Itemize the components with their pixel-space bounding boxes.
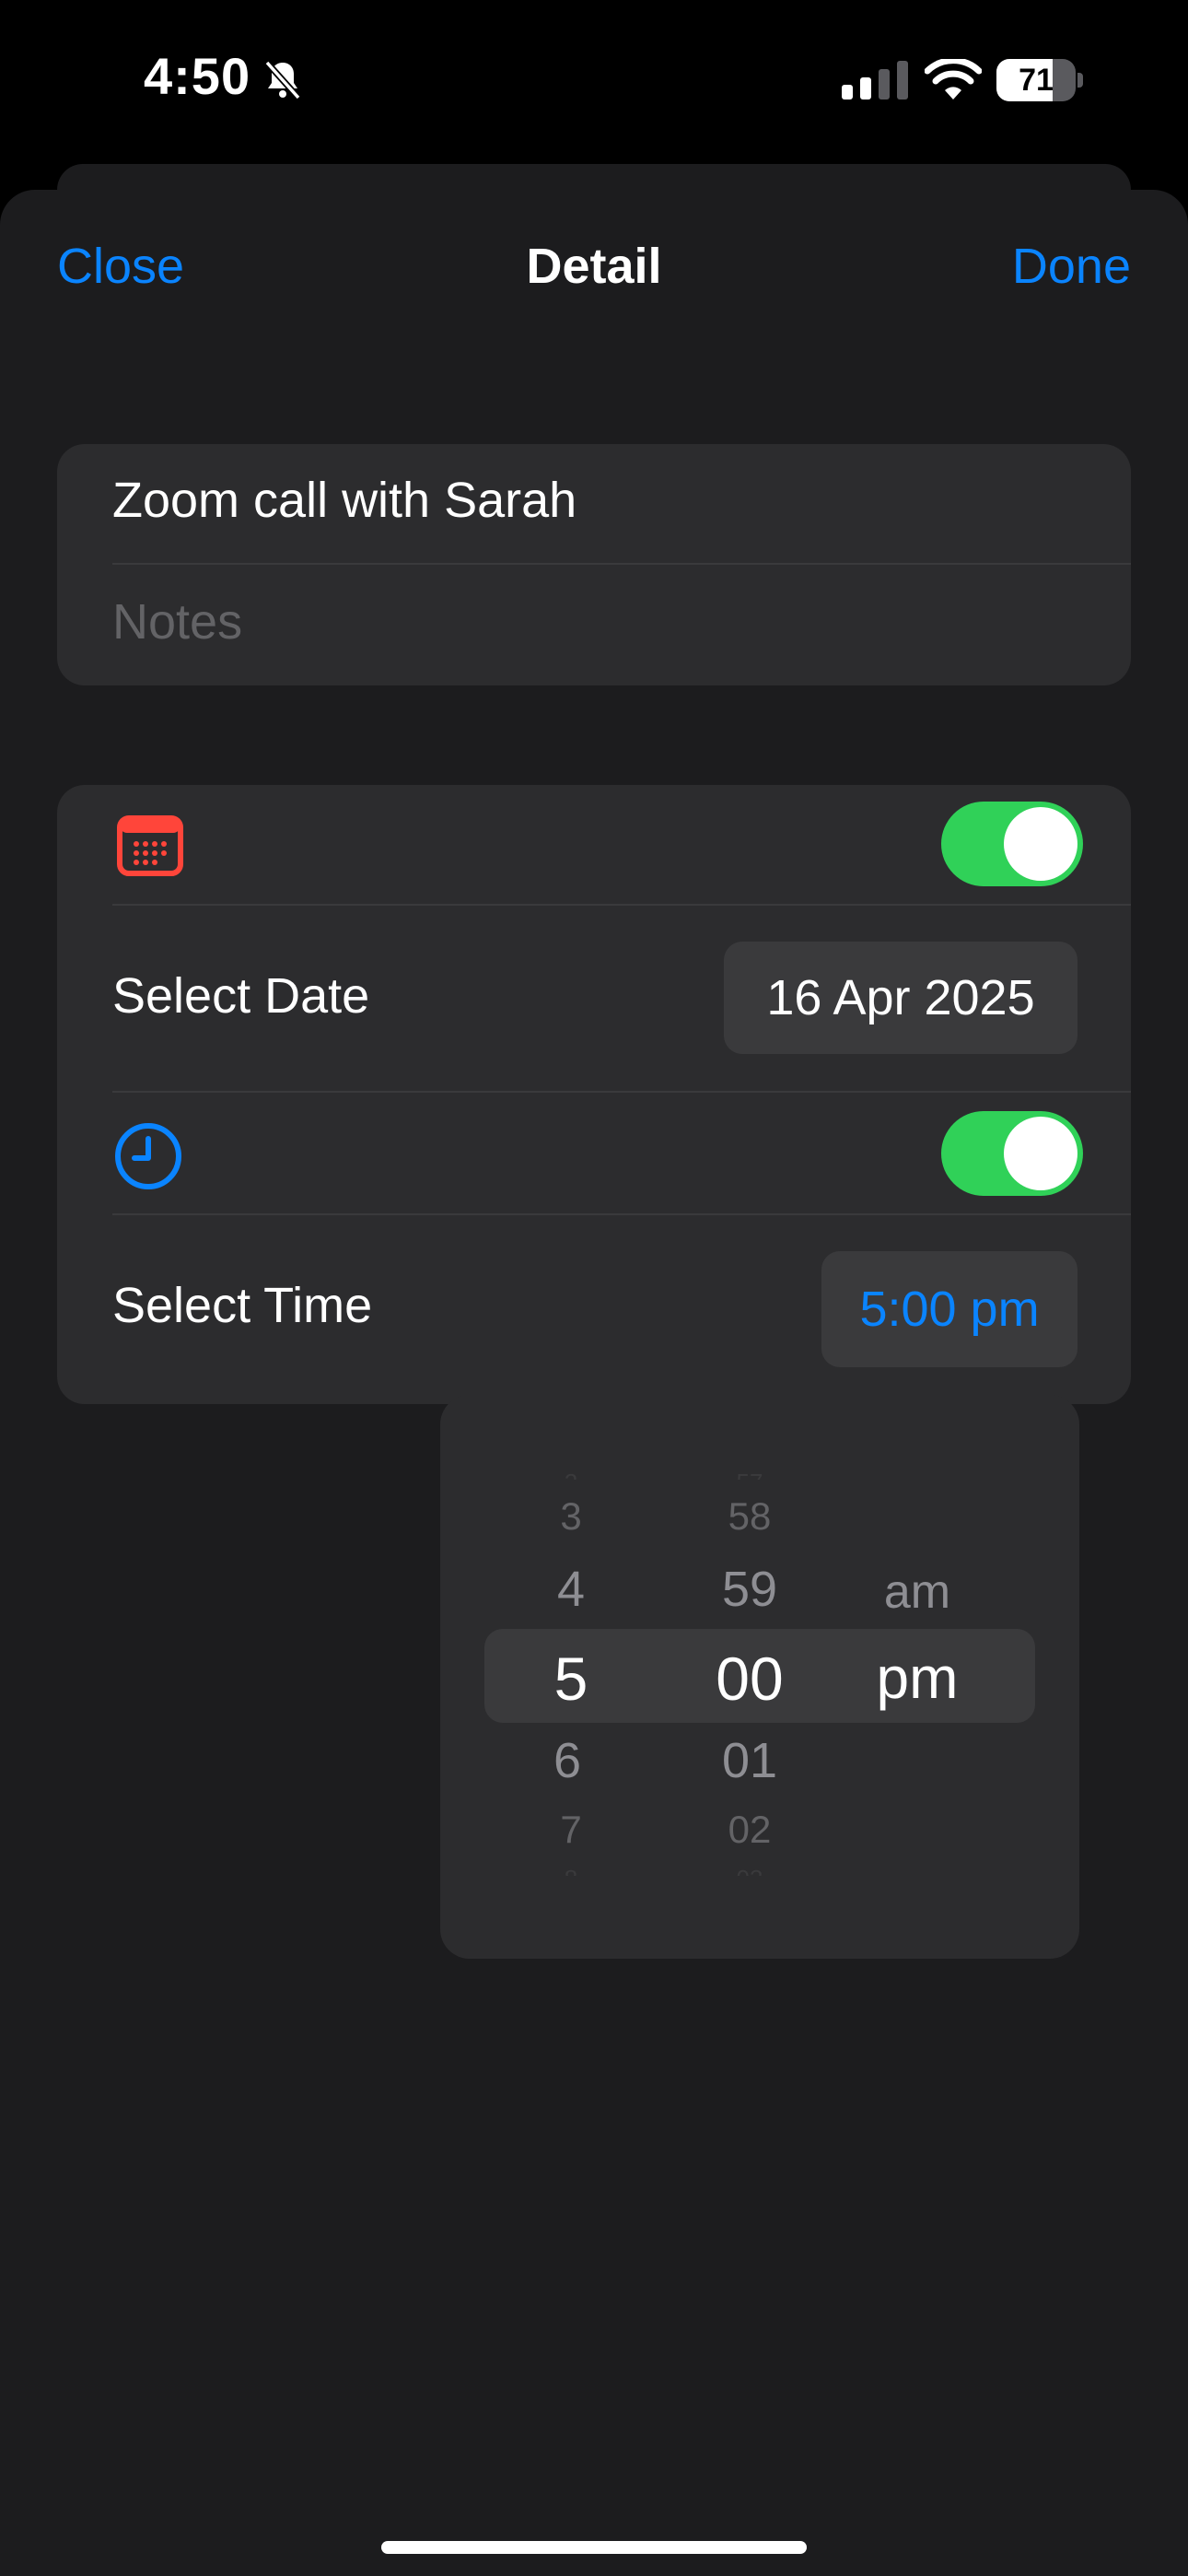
home-indicator — [381, 2541, 807, 2554]
cellular-signal-icon — [842, 61, 908, 100]
picker-minute-selected[interactable]: 00 — [676, 1644, 823, 1714]
battery-icon: 71 — [996, 59, 1083, 101]
clock-icon — [115, 1123, 181, 1189]
picker-hour-item[interactable]: 7 — [497, 1808, 645, 1852]
page-title: Detail — [526, 239, 662, 294]
divider — [112, 1091, 1131, 1093]
picker-minute-item[interactable]: 01 — [676, 1732, 823, 1789]
done-button[interactable]: Done — [1012, 238, 1131, 295]
calendar-icon — [117, 815, 183, 876]
picker-period-selected[interactable]: pm — [844, 1644, 991, 1712]
picker-hour-selected[interactable]: 5 — [497, 1644, 645, 1714]
divider — [112, 1213, 1131, 1215]
divider — [112, 563, 1131, 565]
status-time: 4:50 — [144, 47, 251, 105]
picker-minute-item[interactable]: 59 — [676, 1561, 823, 1618]
wifi-icon — [925, 59, 982, 100]
divider — [112, 904, 1131, 906]
notes-field[interactable]: Notes — [112, 593, 242, 650]
picker-hour-item[interactable]: 8 — [497, 1865, 645, 1876]
picker-period-item[interactable]: am — [844, 1564, 991, 1620]
time-picker-button[interactable]: 5:00 pm — [821, 1251, 1077, 1367]
time-toggle[interactable] — [941, 1111, 1083, 1196]
date-picker-button[interactable]: 16 Apr 2025 — [724, 942, 1077, 1054]
select-date-label: Select Date — [112, 968, 370, 1024]
select-time-label: Select Time — [112, 1278, 373, 1333]
battery-percentage: 71 — [1019, 63, 1054, 98]
picker-minute-item[interactable]: 58 — [676, 1494, 823, 1539]
picker-minute-item[interactable]: 57 — [676, 1469, 823, 1480]
bell-slash-icon — [264, 60, 301, 100]
date-toggle[interactable] — [941, 802, 1083, 886]
task-title-field[interactable]: Zoom call with Sarah — [112, 472, 577, 529]
picker-hour-item[interactable]: 3 — [497, 1494, 645, 1539]
picker-hour-item[interactable]: 2 — [497, 1469, 645, 1480]
picker-hour-item[interactable]: 6 — [494, 1732, 641, 1789]
picker-hour-item[interactable]: 4 — [497, 1561, 645, 1618]
picker-minute-item[interactable]: 03 — [676, 1865, 823, 1876]
picker-minute-item[interactable]: 02 — [676, 1808, 823, 1852]
